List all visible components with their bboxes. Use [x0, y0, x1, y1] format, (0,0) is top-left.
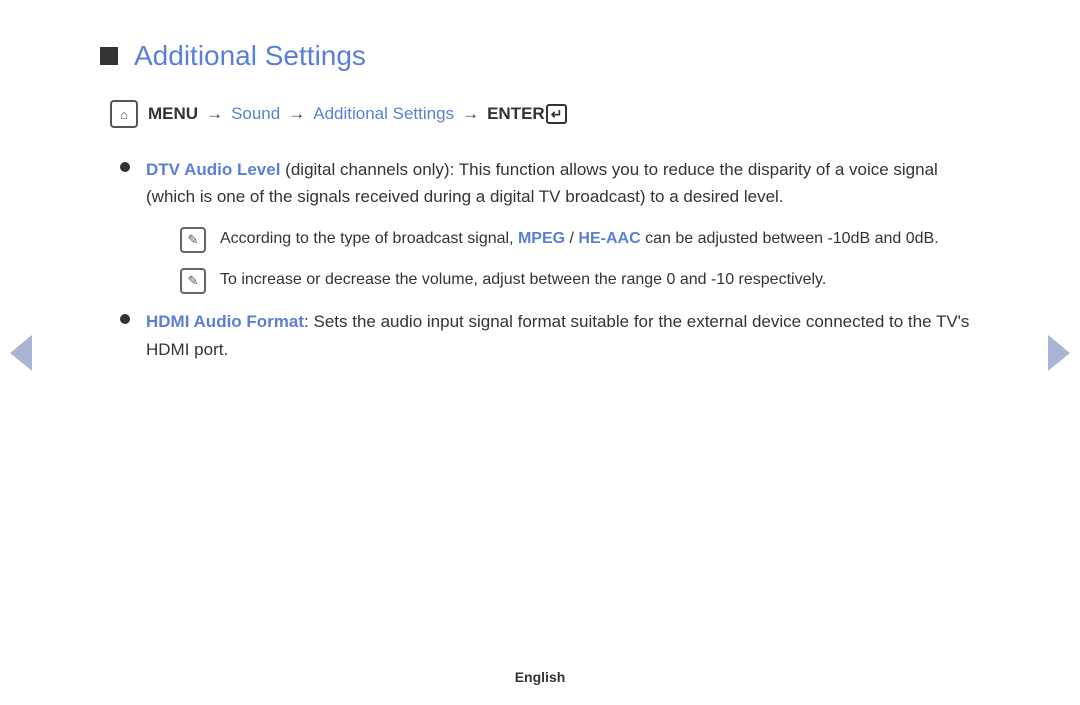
menu-icon [110, 100, 138, 128]
bullet-dot-icon-2 [120, 314, 130, 324]
note-mpeg-content: According to the type of broadcast signa… [220, 226, 939, 252]
breadcrumb-enter: ENTER↵ [487, 104, 567, 124]
title-row: Additional Settings [100, 40, 980, 72]
hdmi-audio-format-label: HDMI Audio Format [146, 312, 304, 331]
page-title: Additional Settings [134, 40, 366, 72]
bullet-item-hdmi: HDMI Audio Format: Sets the audio input … [120, 308, 980, 362]
breadcrumb-arrow-3: → [462, 104, 479, 124]
menu-label: MENU [148, 104, 198, 124]
note-list: ✎ According to the type of broadcast sig… [180, 226, 980, 294]
hdmi-bullet-content: HDMI Audio Format: Sets the audio input … [146, 308, 980, 362]
breadcrumb-additional-settings: Additional Settings [313, 104, 454, 124]
note-volume-content: To increase or decrease the volume, adju… [220, 267, 826, 293]
note-item-volume: ✎ To increase or decrease the volume, ad… [180, 267, 980, 294]
breadcrumb-sound: Sound [231, 104, 280, 124]
dtv-audio-level-label: DTV Audio Level [146, 160, 280, 179]
mpeg-label: MPEG [518, 230, 565, 247]
left-arrow-button[interactable] [10, 335, 32, 371]
breadcrumb-arrow-2: → [288, 104, 305, 124]
bullet-dot-icon [120, 162, 130, 172]
dtv-bullet-content: DTV Audio Level (digital channels only):… [146, 156, 980, 210]
breadcrumb: MENU → Sound → Additional Settings → ENT… [110, 100, 980, 128]
bullet-item-dtv: DTV Audio Level (digital channels only):… [120, 156, 980, 210]
content-area: Additional Settings MENU → Sound → Addit… [100, 40, 980, 363]
page-container: Additional Settings MENU → Sound → Addit… [0, 0, 1080, 705]
right-arrow-button[interactable] [1048, 335, 1070, 371]
title-square-icon [100, 47, 118, 65]
note-item-mpeg: ✎ According to the type of broadcast sig… [180, 226, 980, 253]
heaac-label: HE-AAC [578, 230, 640, 247]
note-pencil-icon-1: ✎ [180, 227, 206, 253]
bullet-list: DTV Audio Level (digital channels only):… [120, 156, 980, 363]
note-pencil-icon-2: ✎ [180, 268, 206, 294]
footer-language: English [515, 669, 566, 685]
breadcrumb-arrow-1: → [206, 104, 223, 124]
